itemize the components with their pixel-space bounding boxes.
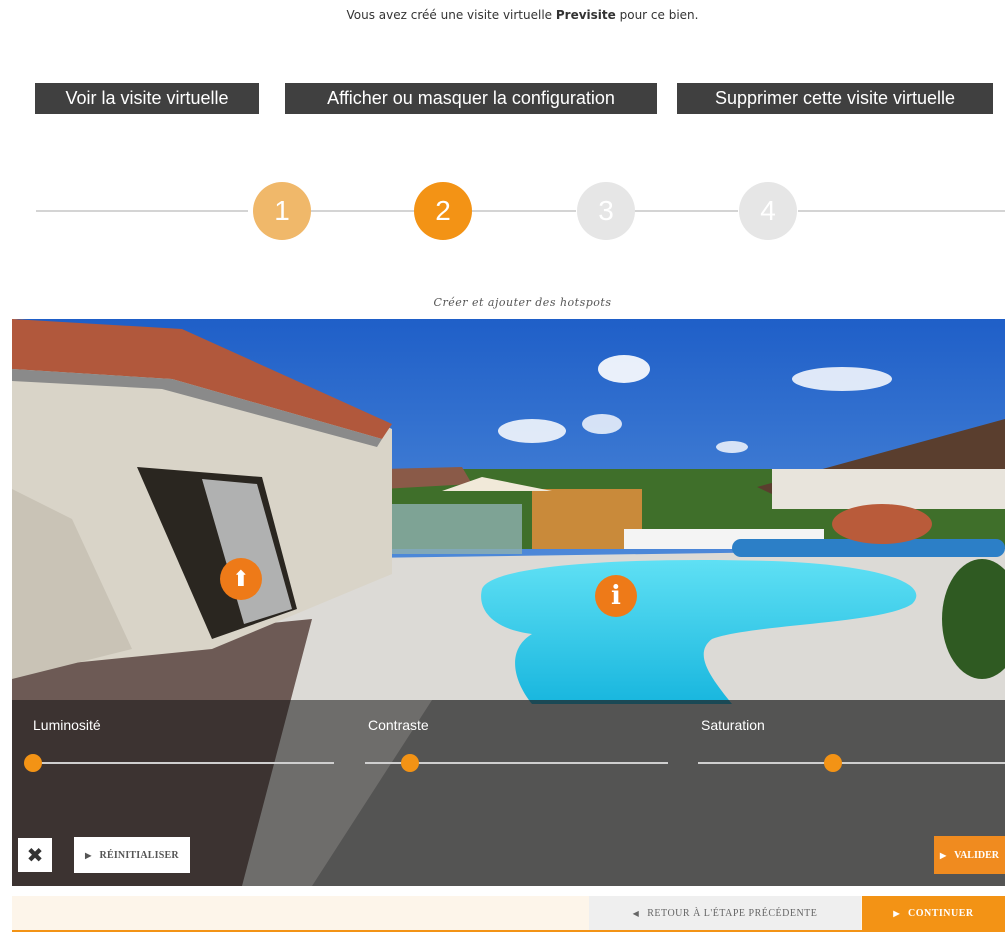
image-adjust-panel: Luminosité Contraste Saturation ✖ ▶ RÉINI…: [12, 700, 1005, 886]
hotspot-info[interactable]: i: [595, 575, 637, 617]
contrast-label: Contraste: [368, 717, 429, 733]
delete-tour-button[interactable]: Supprimer cette visite virtuelle: [677, 83, 993, 114]
step-2[interactable]: 2: [414, 182, 472, 240]
saturation-label: Saturation: [701, 717, 765, 733]
validate-button[interactable]: ▶ VALIDER: [934, 836, 1005, 874]
previous-step-label: RETOUR À L'ÉTAPE PRÉCÉDENTE: [647, 907, 818, 919]
reset-button[interactable]: ▶ RÉINITIALISER: [74, 837, 190, 873]
stepper-line: [798, 210, 1005, 212]
saturation-slider[interactable]: [698, 754, 1005, 772]
play-icon: ▶: [940, 850, 947, 860]
contrast-slider-thumb[interactable]: [401, 754, 420, 772]
brightness-slider-thumb[interactable]: [24, 754, 42, 772]
play-icon: ▶: [85, 850, 92, 860]
notice-prefix: Vous avez créé une visite virtuelle: [346, 8, 556, 22]
tour-name: Previsite: [555, 8, 616, 22]
arrow-up-icon: ⬆: [231, 566, 251, 592]
viewer-caption: Créer et ajouter des hotspots: [433, 296, 612, 309]
toggle-config-button[interactable]: Afficher ou masquer la configuration: [285, 83, 657, 114]
reset-label: RÉINITIALISER: [99, 849, 179, 861]
stepper-line: [310, 210, 414, 212]
continue-label: CONTINUER: [908, 907, 974, 919]
validate-label: VALIDER: [954, 849, 999, 861]
brightness-slider[interactable]: [24, 754, 334, 772]
saturation-slider-thumb[interactable]: [824, 754, 843, 772]
step-1[interactable]: 1: [253, 182, 311, 240]
play-icon: ▶: [893, 908, 901, 918]
brightness-label: Luminosité: [33, 717, 101, 733]
stepper-line: [472, 210, 576, 212]
panorama-viewer[interactable]: ⬆ i Luminosité Contraste Saturation ✖ ▶ R…: [12, 319, 1005, 886]
chevron-left-icon: ◀: [632, 908, 640, 918]
step-3: 3: [577, 182, 635, 240]
stepper-line: [36, 210, 248, 212]
info-icon: i: [611, 581, 621, 611]
step-4: 4: [739, 182, 797, 240]
previous-step-button[interactable]: ◀ RETOUR À L'ÉTAPE PRÉCÉDENTE: [589, 896, 861, 930]
continue-button[interactable]: ▶ CONTINUER: [862, 896, 1005, 930]
contrast-slider[interactable]: [365, 754, 668, 772]
stepper-line: [634, 210, 738, 212]
close-icon[interactable]: ✖: [18, 838, 52, 872]
view-tour-button[interactable]: Voir la visite virtuelle: [35, 83, 259, 114]
tour-created-notice: Vous avez créé une visite virtuelle Prev…: [0, 8, 1005, 22]
hotspot-navigation[interactable]: ⬆: [220, 558, 262, 600]
notice-suffix: pour ce bien.: [615, 8, 699, 22]
